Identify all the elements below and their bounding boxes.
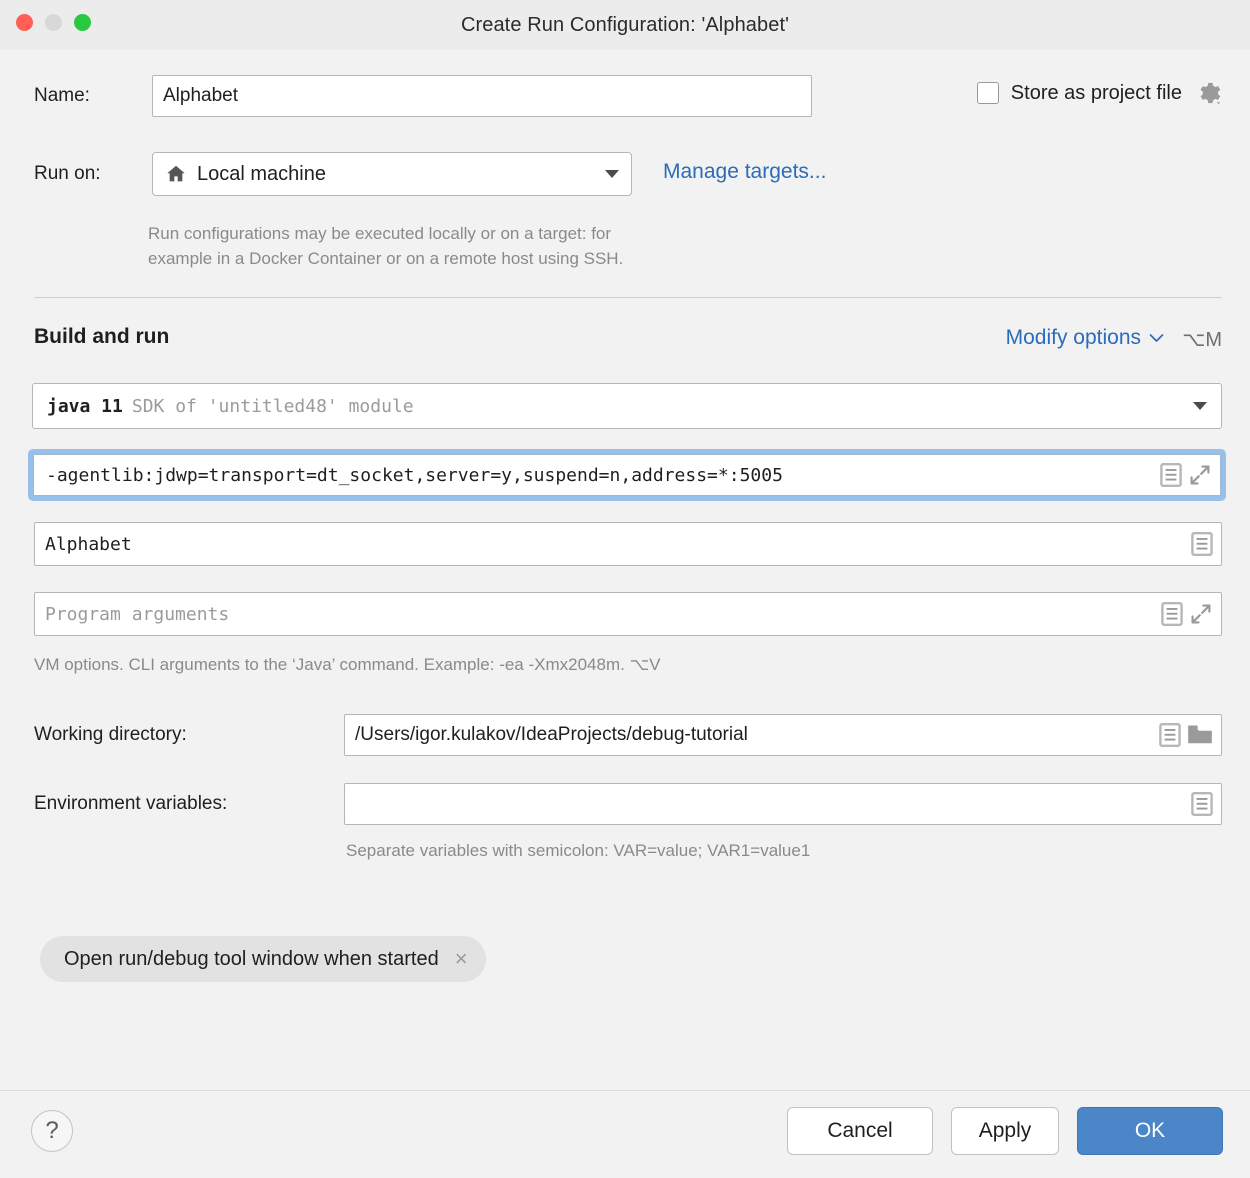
expand-icon[interactable] <box>1188 463 1212 487</box>
modify-options-label: Modify options <box>1005 326 1141 349</box>
cancel-button[interactable]: Cancel <box>787 1107 933 1155</box>
name-row: Name: Alphabet <box>34 75 814 117</box>
environment-variables-input[interactable] <box>344 783 1222 825</box>
environment-variables-label: Environment variables: <box>34 793 228 814</box>
macro-icon[interactable] <box>1159 723 1181 747</box>
macro-icon[interactable] <box>1191 792 1213 816</box>
vm-options-value: -agentlib:jdwp=transport=dt_socket,serve… <box>46 464 783 486</box>
modify-options-link[interactable]: Modify options <box>1006 326 1164 350</box>
name-label: Name: <box>34 85 90 106</box>
macro-icon[interactable] <box>1160 463 1182 487</box>
program-arguments-placeholder: Program arguments <box>45 603 230 625</box>
gear-icon[interactable] <box>1196 80 1222 106</box>
main-class-input[interactable]: Alphabet <box>34 522 1222 566</box>
environment-variables-row: Environment variables: <box>34 783 1222 825</box>
working-directory-label: Working directory: <box>34 724 187 745</box>
vm-options-hint: VM options. CLI arguments to the ‘Java’ … <box>34 655 661 674</box>
store-as-project-file-checkbox[interactable] <box>976 82 999 104</box>
apply-button[interactable]: Apply <box>951 1107 1059 1155</box>
window-titlebar: Create Run Configuration: 'Alphabet' <box>0 0 1250 50</box>
main-class-value: Alphabet <box>45 533 132 555</box>
traffic-lights <box>16 14 91 31</box>
run-on-combobox[interactable]: Local machine <box>152 152 632 196</box>
program-arguments-input[interactable]: Program arguments <box>34 592 1222 636</box>
close-icon[interactable]: × <box>455 948 468 970</box>
chevron-down-icon <box>1193 402 1207 410</box>
run-on-label: Run on: <box>34 163 101 184</box>
section-divider <box>34 297 1222 298</box>
home-icon <box>165 163 187 185</box>
store-as-project-file-label: Store as project file <box>1010 81 1182 104</box>
working-directory-input[interactable]: /Users/igor.kulakov/IdeaProjects/debug-t… <box>344 714 1222 756</box>
zoom-button[interactable] <box>74 14 91 31</box>
vm-options-focus-ring: -agentlib:jdwp=transport=dt_socket,serve… <box>28 449 1226 501</box>
footer-divider <box>0 1090 1250 1091</box>
window-title: Create Run Configuration: 'Alphabet' <box>460 13 790 36</box>
folder-icon[interactable] <box>1187 724 1213 746</box>
working-directory-value: /Users/igor.kulakov/IdeaProjects/debug-t… <box>355 724 748 745</box>
name-input-value: Alphabet <box>163 85 239 106</box>
chevron-down-icon <box>605 170 619 178</box>
dialog-button-bar: Cancel Apply OK <box>787 1107 1223 1155</box>
option-chip-label: Open run/debug tool window when started <box>64 947 439 970</box>
store-as-project-file-row: Store as project file <box>976 80 1222 106</box>
ok-button[interactable]: OK <box>1077 1107 1223 1155</box>
macro-icon[interactable] <box>1161 602 1183 626</box>
option-chip-open-run-debug-tool-window[interactable]: Open run/debug tool window when started … <box>40 936 486 982</box>
macro-icon[interactable] <box>1191 532 1213 556</box>
minimize-button[interactable] <box>45 14 62 31</box>
environment-variables-hint: Separate variables with semicolon: VAR=v… <box>346 841 811 860</box>
run-on-value: Local machine <box>197 162 326 185</box>
help-button[interactable]: ? <box>31 1110 73 1152</box>
sdk-description: SDK of 'untitled48' module <box>131 395 414 417</box>
sdk-name: java 11 <box>47 395 123 417</box>
build-and-run-title: Build and run <box>34 325 170 348</box>
run-on-row: Run on: Local machine <box>34 152 632 196</box>
manage-targets-link[interactable]: Manage targets... <box>663 160 826 184</box>
chevron-down-icon <box>1149 333 1164 343</box>
vm-options-input[interactable]: -agentlib:jdwp=transport=dt_socket,serve… <box>33 454 1221 496</box>
working-directory-row: Working directory: /Users/igor.kulakov/I… <box>34 714 1222 756</box>
modify-options-shortcut: ⌥M <box>1182 329 1222 351</box>
close-button[interactable] <box>16 14 33 31</box>
jre-sdk-combobox[interactable]: java 11 SDK of 'untitled48' module <box>32 383 1222 429</box>
expand-icon[interactable] <box>1189 602 1213 626</box>
run-on-hint: Run configurations may be executed local… <box>148 224 624 268</box>
name-input[interactable]: Alphabet <box>152 75 812 117</box>
